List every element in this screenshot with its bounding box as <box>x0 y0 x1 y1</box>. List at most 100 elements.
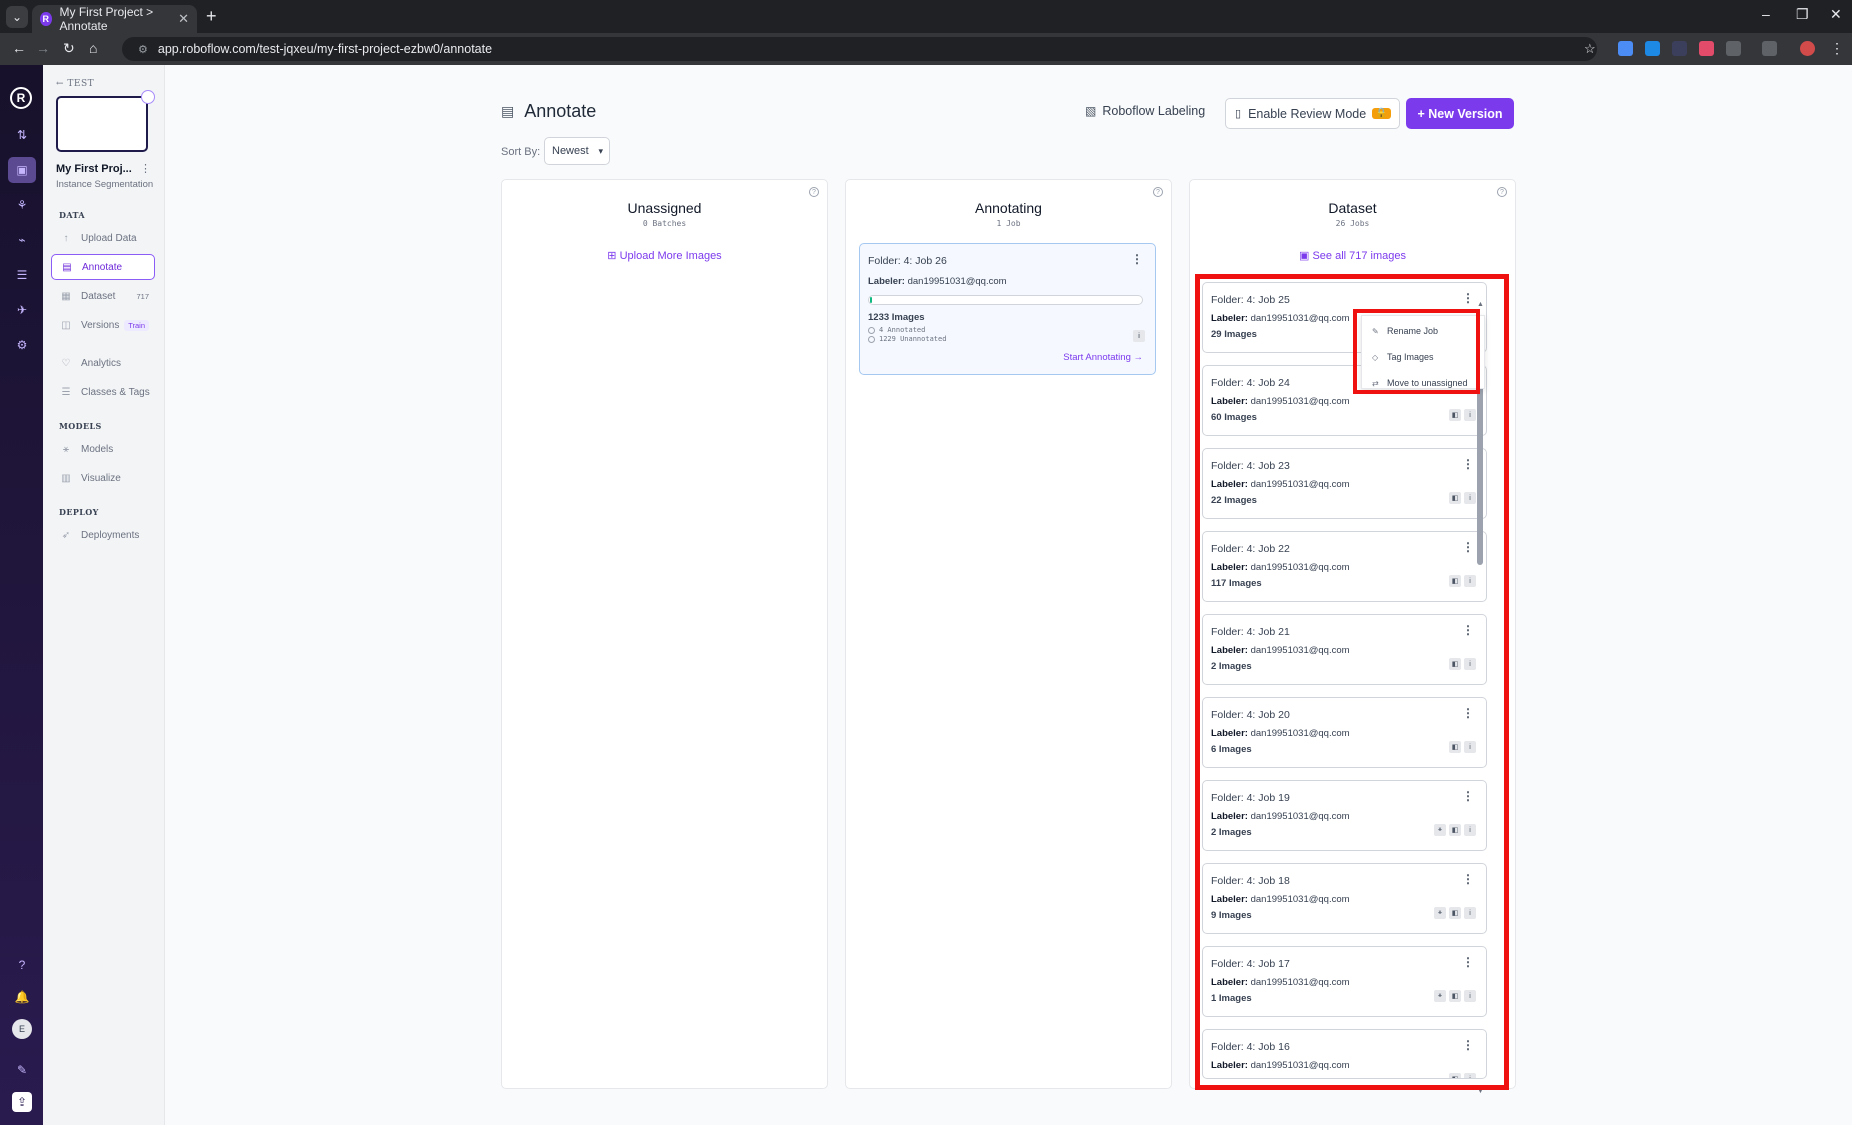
bookmark-star-icon[interactable]: ☆ <box>1584 41 1596 57</box>
column-subtitle: 0 Batches <box>642 219 687 228</box>
upgrade-icon[interactable]: ⇪ <box>12 1092 32 1112</box>
extension-translate-icon[interactable] <box>1618 41 1633 56</box>
job-labeler: Labeler: dan19951031@qq.com <box>868 276 1007 287</box>
browser-tab-bar: ⌄ R My First Project > Annotate ✕ + – ❐ … <box>0 0 1852 33</box>
roboflow-labeling-link[interactable]: ▧ Roboflow Labeling <box>1085 104 1205 118</box>
tab-title: My First Project > Annotate <box>59 5 154 33</box>
workflows-icon[interactable]: ⚘ <box>12 195 32 215</box>
user-avatar-icon[interactable]: E <box>12 1019 32 1039</box>
clipboard-icon: ▯ <box>1235 108 1242 120</box>
sidebar-item-annotate[interactable]: ▤ Annotate <box>51 254 155 280</box>
close-tab-icon[interactable]: ✕ <box>178 11 189 27</box>
sidebar-item-dataset[interactable]: ▦ Dataset 717 <box>51 283 155 309</box>
back-icon[interactable]: ← <box>12 40 26 56</box>
unannotated-status: 1229 Unannotated <box>868 335 946 343</box>
section-models: MODELS <box>59 421 102 431</box>
docs-icon[interactable]: ✎ <box>12 1060 32 1080</box>
roboflow-logo-icon[interactable]: R <box>10 87 32 109</box>
extension-capture-icon[interactable] <box>1672 41 1687 56</box>
job-image-count: 1233 Images <box>868 312 925 323</box>
window-close-icon[interactable]: ✕ <box>1830 6 1842 23</box>
see-all-images-text: See all 717 images <box>1312 250 1407 262</box>
sidebar-item-label: Upload Data <box>81 232 137 244</box>
forward-icon[interactable]: → <box>36 40 50 56</box>
url-input[interactable]: ⚙ app.roboflow.com/test-jqxeu/my-first-p… <box>122 37 1597 61</box>
enable-review-mode-button[interactable]: ▯ Enable Review Mode 🔒 <box>1225 98 1400 129</box>
thumbnail-edit-icon[interactable] <box>141 90 155 104</box>
roboflow-labeling-text: Roboflow Labeling <box>1102 104 1206 118</box>
project-menu-icon[interactable]: ⋮ <box>140 162 151 175</box>
section-deploy: DEPLOY <box>59 507 99 517</box>
sidebar-item-upload-data[interactable]: ↑ Upload Data <box>51 225 155 251</box>
progress-fill <box>870 297 872 303</box>
sidebar-item-visualize[interactable]: ▥ Visualize <box>51 465 155 491</box>
column-title: Dataset <box>1328 200 1377 216</box>
notifications-icon[interactable]: 🔔 <box>12 987 32 1007</box>
minimize-icon[interactable]: – <box>1762 6 1770 22</box>
help-circle-icon[interactable]: ? <box>1497 187 1507 197</box>
start-annotating-link[interactable]: Start Annotating → <box>1063 352 1143 363</box>
column-title: Annotating <box>975 200 1042 216</box>
help-icon[interactable]: ? <box>12 955 32 975</box>
extensions-puzzle-icon[interactable] <box>1726 41 1741 56</box>
sidebar-item-models[interactable]: ⚹ Models <box>51 436 155 462</box>
sidebar-item-deployments[interactable]: ➶ Deployments <box>51 522 155 548</box>
link-icon[interactable] <box>1762 41 1777 56</box>
project-thumbnail[interactable] <box>56 96 148 152</box>
annotation-progress-bar <box>868 295 1143 305</box>
projects-icon[interactable]: ▣ <box>8 157 36 183</box>
project-sidebar: ← TEST My First Proj... ⋮ Instance Segme… <box>43 65 165 1125</box>
sidebar-item-analytics[interactable]: ♡ Analytics <box>51 350 155 376</box>
versions-icon: ◫ <box>61 319 71 331</box>
extension-app-icon[interactable] <box>1699 41 1714 56</box>
monitoring-icon[interactable]: ⌁ <box>12 230 32 250</box>
annotated-dot-icon <box>868 326 875 334</box>
annotated-count: 4 Annotated <box>879 326 926 334</box>
rocket-icon: ➶ <box>61 529 71 541</box>
deployments-rail-icon[interactable]: ☰ <box>12 265 32 285</box>
home-icon[interactable]: ⌂ <box>89 40 97 56</box>
job-folder: Folder: 4: Job 26 <box>868 255 947 267</box>
new-tab-icon[interactable]: + <box>206 6 217 27</box>
browser-tab[interactable]: R My First Project > Annotate ✕ <box>32 5 197 33</box>
settings-icon[interactable]: ⚙ <box>12 335 32 355</box>
back-arrow-icon: ← <box>56 79 65 89</box>
models-icon: ⚹ <box>63 443 69 455</box>
url-text: app.roboflow.com/test-jqxeu/my-first-pro… <box>157 42 493 56</box>
train-badge: Train <box>124 319 149 331</box>
sidebar-item-label: Analytics <box>81 357 122 369</box>
column-unassigned: ? Unassigned 0 Batches ⊞ Upload More Ima… <box>501 179 828 1089</box>
see-all-images-link[interactable]: ▣ See all 717 images <box>1190 249 1515 262</box>
job-menu-icon[interactable]: ⋮ <box>1131 252 1143 266</box>
annotating-job-card[interactable]: Folder: 4: Job 26 ⋮ Labeler: dan19951031… <box>859 243 1156 375</box>
page-title: ▤ Annotate <box>501 101 596 122</box>
sort-label: Sort By: <box>501 146 541 158</box>
sidebar-item-classes-tags[interactable]: ☰ Classes & Tags <box>51 379 155 405</box>
reload-icon[interactable]: ↻ <box>63 40 75 57</box>
extension-download-icon[interactable] <box>1645 41 1660 56</box>
upload-more-images-link[interactable]: ⊞ Upload More Images <box>502 249 827 262</box>
help-circle-icon[interactable]: ? <box>809 187 819 197</box>
labeler-label: Labeler: <box>868 276 905 287</box>
sort-icon[interactable]: ⇅ <box>12 125 32 145</box>
new-version-button[interactable]: + New Version <box>1406 98 1514 129</box>
site-settings-icon[interactable]: ⚙ <box>138 43 148 56</box>
sort-select[interactable]: Newest ▾ <box>544 137 610 165</box>
profile-avatar-icon[interactable] <box>1800 41 1815 56</box>
project-name: My First Proj... <box>56 163 132 175</box>
annotated-status: 4 Annotated <box>868 326 925 334</box>
universe-icon[interactable]: ✈ <box>12 300 32 320</box>
restore-icon[interactable]: ❐ <box>1796 6 1809 23</box>
info-icon[interactable]: i <box>1133 330 1145 342</box>
back-to-workspace[interactable]: ← TEST <box>56 79 94 89</box>
sidebar-item-label: Versions <box>81 319 120 331</box>
sidebar-item-versions[interactable]: ◫ Versions Train <box>51 312 155 338</box>
review-mode-label: Enable Review Mode <box>1248 106 1367 121</box>
sidebar-item-label: Classes & Tags <box>81 386 150 398</box>
highlight-dataset-list <box>1195 274 1509 1090</box>
tab-list-icon[interactable]: ⌄ <box>6 6 28 28</box>
chrome-menu-icon[interactable]: ⋮ <box>1830 40 1844 57</box>
help-circle-icon[interactable]: ? <box>1153 187 1163 197</box>
roboflow-favicon-icon: R <box>40 12 52 26</box>
address-bar: ← → ↻ ⌂ ⚙ app.roboflow.com/test-jqxeu/my… <box>0 33 1852 65</box>
